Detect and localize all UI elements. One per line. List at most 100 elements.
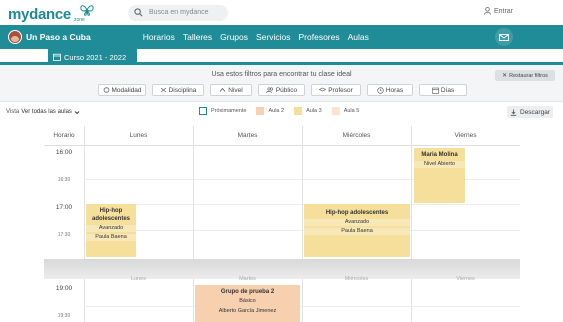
chevron-down-icon bbox=[74, 110, 80, 114]
legend-swatch-aula2 bbox=[256, 107, 265, 115]
search-placeholder: Busca en mydance bbox=[149, 9, 209, 16]
reset-filters-button[interactable]: ✕ Restaurar filtros bbox=[495, 70, 555, 81]
filter-modalidad-button[interactable]: Modalidad bbox=[98, 84, 146, 96]
event-title: Hip-hop adolescentes bbox=[325, 210, 389, 216]
nav-grupos[interactable]: Grupos bbox=[220, 32, 248, 42]
close-icon: ✕ bbox=[502, 73, 508, 79]
calendar-icon bbox=[53, 53, 61, 61]
main-navbar: Un Paso a Cuba Horarios Talleres Grupos … bbox=[0, 25, 563, 49]
gap-day-label: Viernes bbox=[456, 276, 475, 282]
search-icon bbox=[134, 8, 143, 17]
legend-item: Próximamente bbox=[199, 107, 246, 115]
event-title: Grupo de prueba 2 bbox=[220, 289, 275, 295]
disciplina-icon bbox=[160, 87, 166, 93]
nav-aulas[interactable]: Aulas bbox=[348, 32, 369, 42]
grid-divider bbox=[193, 126, 194, 322]
legend-swatch-aula5 bbox=[331, 107, 340, 115]
grid-divider bbox=[84, 126, 85, 322]
login-label: Entrar bbox=[493, 7, 513, 15]
mail-button[interactable] bbox=[495, 28, 513, 46]
schedule-grid: Horario Lunes Martes Miércoles Viernes 1… bbox=[44, 126, 520, 322]
gap-day-label: Miércoles bbox=[344, 276, 369, 282]
filter-disciplina-label: Disciplina bbox=[168, 86, 197, 94]
grid-divider bbox=[411, 126, 412, 322]
event-teacher: Alberto García Jimenez bbox=[218, 308, 277, 314]
view-label: Vista bbox=[6, 109, 20, 115]
nav-profesores[interactable]: Profesores bbox=[299, 32, 340, 42]
legend-item: Aula 5 bbox=[331, 107, 360, 115]
filter-modalidad-label: Modalidad bbox=[111, 86, 142, 94]
nav-talleres[interactable]: Talleres bbox=[183, 32, 212, 42]
filter-dias-button[interactable]: Días bbox=[419, 84, 467, 96]
filters-hint: Usa estos filtros para encontrar tu clas… bbox=[211, 71, 352, 78]
top-bar: mydance zone Busca en mydance Entrar bbox=[0, 0, 563, 25]
login-link[interactable]: Entrar bbox=[484, 7, 513, 15]
legend-label: Próximamente bbox=[211, 108, 247, 114]
event-teacher: Paula Baena bbox=[304, 228, 410, 235]
nav-servicios[interactable]: Servicios bbox=[256, 32, 290, 42]
filter-disciplina-button[interactable]: Disciplina bbox=[152, 84, 204, 96]
class-event-wednesday[interactable]: Hip-hop adolescentes Avanzado Paula Baen… bbox=[304, 204, 410, 257]
event-level: Nivel Abierto bbox=[414, 161, 465, 168]
nav-horarios[interactable]: Horarios bbox=[143, 32, 175, 42]
filters-panel: Usa estos filtros para encontrar tu clas… bbox=[0, 65, 563, 102]
grid-row-line bbox=[84, 204, 520, 205]
legend-item: Aula 3 bbox=[294, 107, 322, 115]
clock-icon bbox=[377, 86, 384, 94]
legend: Próximamente Aula 2 Aula 3 Aula 5 bbox=[199, 107, 369, 115]
people-icon bbox=[266, 87, 273, 93]
grid-row-line bbox=[84, 230, 520, 231]
modalidad-icon bbox=[103, 87, 109, 93]
day-header-martes: Martes bbox=[193, 126, 302, 146]
class-event-monday[interactable]: Hip-hop adolescentes Avanzado Paula Baen… bbox=[86, 204, 136, 257]
view-select[interactable]: Ver todas las aulas bbox=[21, 109, 80, 115]
legend-swatch-proximamente bbox=[199, 107, 207, 115]
school-brand[interactable]: Un Paso a Cuba bbox=[8, 30, 91, 44]
search-input[interactable]: Busca en mydance bbox=[128, 4, 228, 21]
time-label: 16:30 bbox=[57, 177, 71, 183]
grid-divider bbox=[302, 126, 303, 322]
reset-filters-label: Restaurar filtros bbox=[509, 72, 548, 79]
school-name: Un Paso a Cuba bbox=[26, 32, 91, 42]
event-teacher: Paula Baena bbox=[86, 234, 136, 241]
filter-horas-label: Horas bbox=[385, 86, 404, 94]
download-button[interactable]: Descargar bbox=[507, 106, 553, 118]
filter-horas-button[interactable]: Horas bbox=[367, 84, 413, 96]
time-label: 17:00 bbox=[55, 204, 73, 211]
download-icon bbox=[510, 109, 517, 116]
time-label: 19:00 bbox=[55, 285, 73, 292]
logo-text: mydance bbox=[8, 5, 71, 23]
filter-dias-label: Días bbox=[440, 86, 455, 94]
event-level: Avanzado bbox=[304, 219, 410, 226]
time-label: 19:30 bbox=[57, 313, 71, 319]
legend-label: Aula 2 bbox=[268, 108, 285, 114]
mail-icon bbox=[499, 33, 509, 41]
day-header-lunes: Lunes bbox=[84, 126, 193, 146]
filter-nivel-button[interactable]: Nivel bbox=[210, 84, 252, 96]
school-avatar bbox=[8, 30, 22, 44]
time-label: 16:00 bbox=[55, 149, 73, 156]
day-header-miercoles: Miércoles bbox=[302, 126, 411, 146]
event-level: Avanzado bbox=[86, 225, 136, 232]
filter-publico-label: Público bbox=[275, 86, 298, 94]
filter-profesor-button[interactable]: Profesor bbox=[311, 84, 361, 96]
logo-subtext: zone bbox=[74, 16, 85, 23]
event-level: Básico bbox=[239, 298, 256, 304]
course-tab[interactable]: Curso 2021 - 2022 bbox=[48, 49, 137, 65]
filter-nivel-label: Nivel bbox=[228, 86, 243, 94]
course-tab-row: Curso 2021 - 2022 bbox=[0, 49, 563, 65]
class-event-tuesday[interactable]: Grupo de prueba 2 Básico Alberto García … bbox=[195, 285, 300, 322]
time-label: 17:30 bbox=[57, 232, 71, 238]
filter-profesor-label: Profesor bbox=[328, 86, 353, 94]
calendar-days-icon bbox=[432, 87, 439, 94]
teacher-icon bbox=[319, 87, 327, 92]
class-event-friday[interactable]: Maria Molina Nivel Abierto bbox=[414, 148, 465, 203]
grid-row-line bbox=[84, 306, 520, 307]
legend-label: Aula 5 bbox=[343, 108, 360, 114]
filter-buttons: Modalidad Disciplina Nivel Público Profe… bbox=[98, 84, 473, 96]
logo[interactable]: mydance zone bbox=[8, 3, 98, 23]
chevron-up-icon bbox=[219, 87, 226, 92]
event-title: Maria Molina bbox=[421, 152, 458, 158]
filter-publico-button[interactable]: Público bbox=[258, 84, 305, 96]
gap-day-label: Martes bbox=[239, 276, 256, 282]
